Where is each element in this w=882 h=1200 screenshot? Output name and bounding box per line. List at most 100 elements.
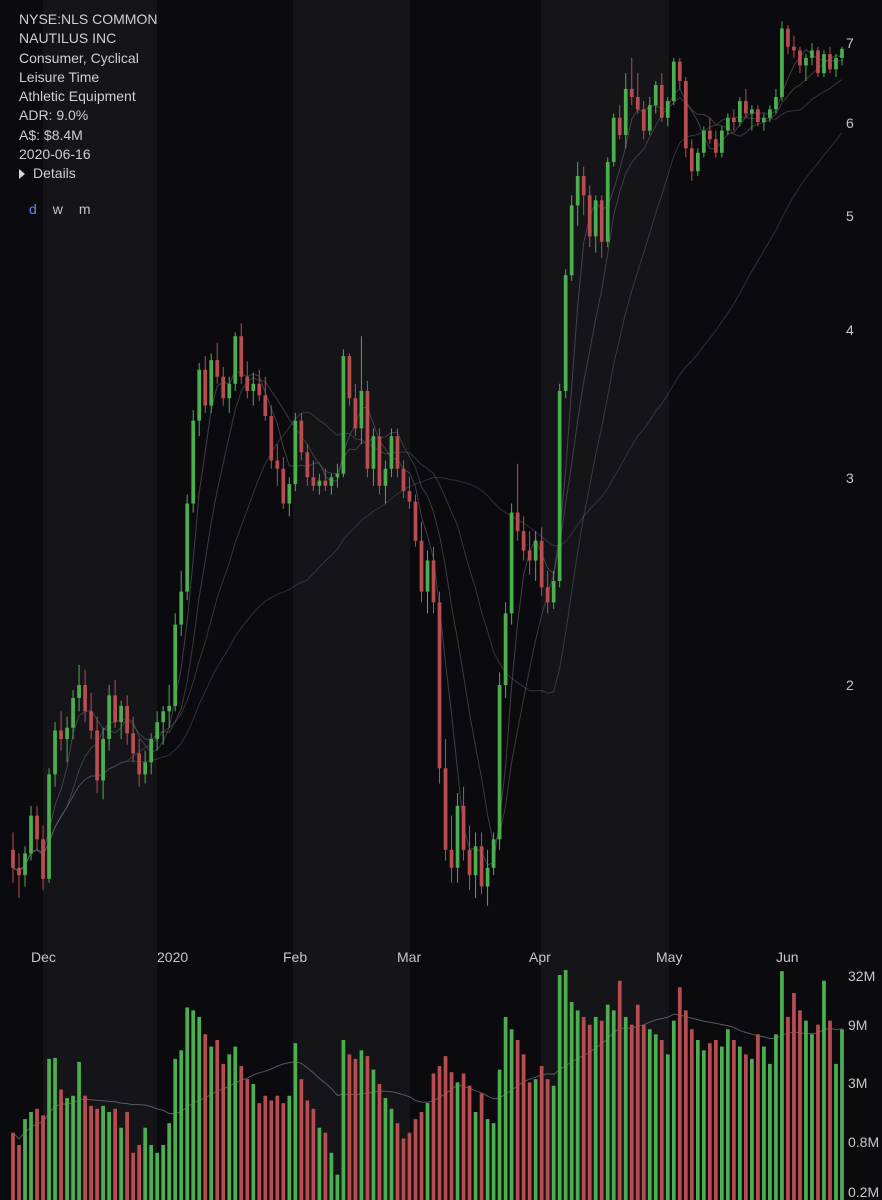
candle-body [479,846,484,887]
candle-body [593,200,598,237]
volume-bar [287,1095,292,1200]
volume-bar [816,1024,820,1200]
candle-body [281,468,286,504]
volume-bar [29,1111,33,1200]
candle-body [215,360,220,377]
candle-body [539,540,544,588]
candle-body [834,57,838,70]
price-tick-4: 4 [846,322,854,338]
candle-body [131,733,136,754]
volume-bar [695,1039,700,1200]
volume-bar [768,1063,772,1200]
candle-body [275,460,280,469]
volume-bar [599,1020,604,1200]
candle-body [551,580,556,603]
volume-bar [383,1098,388,1200]
candle-body [95,730,99,781]
volume-bar [257,1103,262,1200]
timeframe-weekly[interactable]: w [53,201,63,217]
volume-bar [431,1073,436,1200]
candle-body [41,839,45,879]
candle-body [792,46,796,51]
candle-body [203,369,208,406]
volume-bar [299,1079,304,1200]
timeframe-daily[interactable]: d [29,201,37,217]
volume-bar [197,1016,202,1200]
candle-body [191,420,196,504]
candle-body [497,685,502,840]
volume-bar [89,1105,93,1200]
price-tick-7: 7 [846,35,854,51]
volume-bar [95,1108,99,1200]
volume-bar [395,1123,400,1200]
candle-body [233,336,238,384]
candle-body [467,849,472,876]
candle-body [17,867,21,876]
month-label-mar: Mar [397,949,421,965]
candle-body [419,540,424,592]
volume-bar [233,1046,238,1200]
volume-bar [317,1127,322,1200]
price-tick-5: 5 [846,208,854,224]
candle-body [443,768,448,850]
candle-body [629,88,634,97]
timeframe-monthly[interactable]: m [79,201,91,217]
candle-body [485,867,490,887]
volume-bar [11,1132,15,1200]
volume-tick-32m: 32M [848,968,875,984]
candle-body [257,383,262,396]
volume-bar [443,1056,448,1200]
volume-bar [143,1127,148,1200]
candle-body [515,512,520,532]
volume-bar [822,980,826,1200]
volume-bar [437,1066,442,1200]
candle-body [305,452,310,478]
candle-body [71,697,75,728]
candle-body [407,491,412,502]
volume-bar [107,1111,111,1200]
volume-bar [473,1111,478,1200]
candle-body [143,762,148,775]
candle-body [335,473,340,478]
volume-bar [203,1034,208,1200]
candle-body [329,477,334,486]
volume-bar [377,1084,382,1200]
candle-body [804,57,808,66]
candle-body [149,738,154,763]
volume-bar [665,1054,670,1200]
candle-body [659,84,664,118]
volume-bar [707,1043,712,1200]
volume-bar [689,1029,694,1200]
month-label-2020: 2020 [157,949,188,965]
price-tick-2: 2 [846,677,854,693]
volume-bar [353,1058,358,1200]
candle-body [413,501,418,541]
candle-body [395,436,400,469]
candle-body [455,805,460,868]
volume-bar [774,1034,778,1200]
details-toggle[interactable]: Details [19,164,157,183]
volume-bar [641,1024,646,1200]
volume-bar [35,1108,39,1200]
candle-body [323,480,328,486]
volume-bar [798,1010,802,1200]
volume-bar [744,1054,748,1200]
candle-body [47,774,51,879]
price-tick-6: 6 [846,115,854,131]
volume-bar [521,1054,526,1200]
volume-bar [251,1084,256,1200]
volume-bar [371,1069,376,1200]
candle-body [359,390,364,429]
volume-bar [239,1066,244,1200]
candle-body [251,383,256,391]
candle-body [347,356,352,399]
volume-bar [497,1069,502,1200]
volume-bar [245,1079,250,1200]
candle-body [23,853,27,876]
candle-body [665,101,670,118]
volume-bar [77,1061,81,1200]
volume-bar [119,1127,123,1200]
expand-triangle-icon [19,169,25,180]
volume-bar [719,1046,724,1200]
volume-bar [701,1050,706,1200]
